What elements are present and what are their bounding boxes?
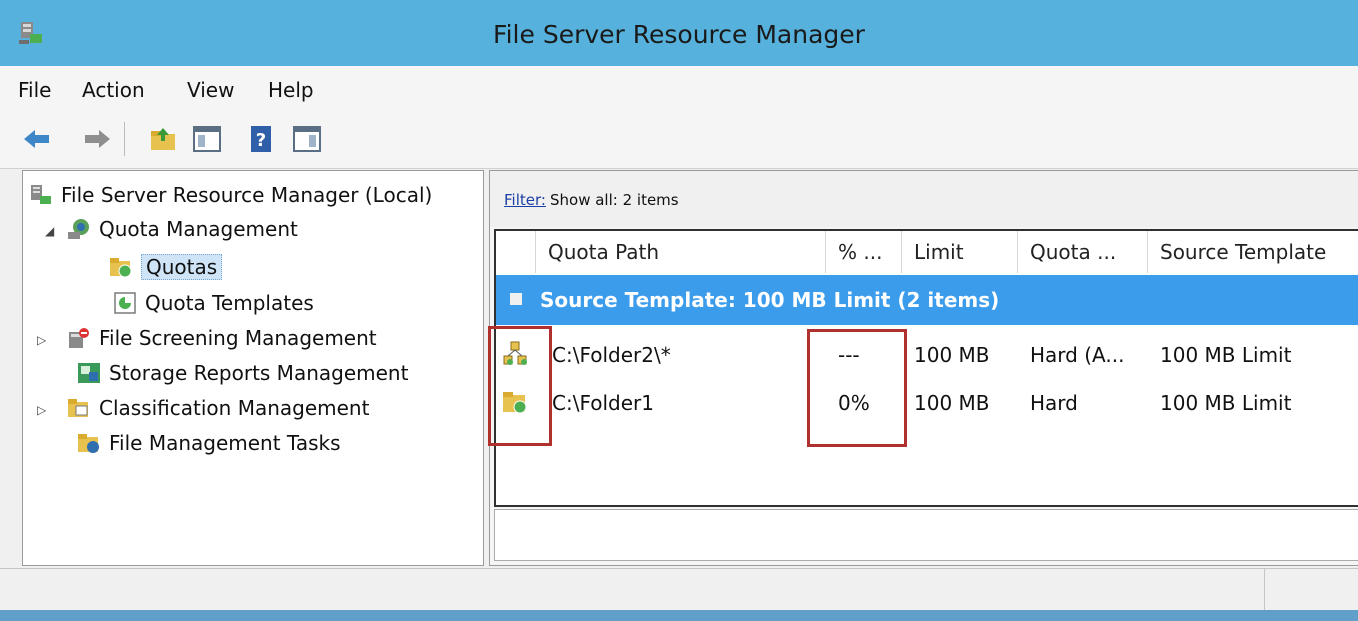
tree-label: Quotas [141, 254, 223, 280]
show-hide-console-tree-icon[interactable] [192, 124, 222, 154]
status-bar-divider [1264, 569, 1265, 611]
tree-item-quota-templates[interactable]: Quota Templates [113, 291, 314, 315]
icon-column-highlight-box [488, 326, 552, 446]
filter-link[interactable]: Filter: [504, 191, 546, 209]
filter-status: Show all: 2 items [550, 191, 679, 209]
cell-limit: 100 MB [914, 343, 990, 367]
cell-limit: 100 MB [914, 391, 990, 415]
menu-help[interactable]: Help [268, 78, 314, 102]
cell-source-template: 100 MB Limit [1160, 391, 1292, 415]
tree-label: Quota Management [99, 217, 298, 241]
quota-list: Quota Path % ... Limit Quota ... Source … [494, 229, 1358, 507]
group-header[interactable]: Source Template: 100 MB Limit (2 items) [496, 275, 1358, 325]
tree-item-file-management-tasks[interactable]: File Management Tasks [77, 431, 341, 455]
percent-column-highlight-box [807, 329, 907, 447]
expand-arrow-icon[interactable]: ▷ [37, 333, 46, 347]
forward-arrow-icon[interactable] [82, 124, 112, 154]
status-bar [0, 568, 1358, 611]
server-icon [31, 185, 51, 204]
tree-item-file-screening[interactable]: File Screening Management [67, 326, 377, 350]
menu-view[interactable]: View [187, 78, 234, 102]
tree-item-classification[interactable]: Classification Management [67, 396, 369, 420]
help-icon[interactable]: ? [246, 124, 276, 154]
tree-label: Classification Management [99, 396, 370, 420]
filter-bar: Filter: Show all: 2 items [490, 171, 1358, 227]
title-bar[interactable]: File Server Resource Manager [0, 0, 1358, 66]
cell-source-template: 100 MB Limit [1160, 343, 1292, 367]
quota-management-icon [68, 219, 89, 239]
detail-pane [494, 509, 1358, 561]
cell-quota-path: C:\Folder2\* [552, 343, 671, 367]
table-row[interactable]: C:\Folder2\* --- 100 MB Hard (A... 100 M… [496, 331, 1358, 379]
tree-label: File Screening Management [99, 326, 377, 350]
tree-item-storage-reports[interactable]: Storage Reports Management [77, 361, 408, 385]
classification-icon [68, 399, 88, 417]
tree-label: Storage Reports Management [109, 361, 409, 385]
column-header-icon[interactable] [496, 231, 536, 273]
tree-item-fsrm-local[interactable]: File Server Resource Manager (Local) [29, 183, 432, 207]
up-folder-icon[interactable] [148, 124, 178, 154]
application-window: File Server Resource Manager File Action… [0, 0, 1358, 621]
tree-item-quota-management[interactable]: Quota Management [67, 217, 298, 241]
cell-quota-path: C:\Folder1 [552, 391, 654, 415]
tree-label: File Server Resource Manager (Local) [61, 183, 433, 207]
console-tree: File Server Resource Manager (Local) ◢ Q… [22, 170, 484, 566]
cell-quota-type: Hard [1030, 391, 1078, 415]
tree-label: Quota Templates [145, 291, 314, 315]
show-hide-action-pane-icon[interactable] [292, 124, 322, 154]
toolbar: ? [0, 112, 1358, 169]
file-screening-icon [69, 328, 89, 348]
group-label: Source Template: 100 MB Limit (2 items) [540, 288, 1000, 312]
storage-reports-icon [78, 363, 100, 383]
svg-text:?: ? [256, 130, 266, 151]
column-header-quota-path[interactable]: Quota Path [536, 231, 826, 273]
tree-label: File Management Tasks [109, 431, 341, 455]
collapse-arrow-icon[interactable]: ◢ [45, 224, 54, 238]
window-title: File Server Resource Manager [493, 20, 865, 49]
column-header-quota-type[interactable]: Quota ... [1018, 231, 1148, 273]
group-collapse-icon[interactable] [510, 293, 522, 305]
menu-action[interactable]: Action [82, 78, 145, 102]
column-header-source-template[interactable]: Source Template [1148, 231, 1358, 273]
toolbar-separator [124, 122, 125, 156]
quota-folder-icon [110, 258, 132, 278]
menu-bar: File Action View Help [0, 66, 1358, 112]
back-arrow-icon[interactable] [22, 124, 52, 154]
tree-item-quotas[interactable]: Quotas [109, 254, 223, 280]
window-bottom-edge [0, 610, 1358, 621]
menu-file[interactable]: File [18, 78, 51, 102]
quota-template-icon [114, 292, 136, 314]
column-header-limit[interactable]: Limit [902, 231, 1018, 273]
results-pane: Filter: Show all: 2 items Quota Path % .… [489, 170, 1358, 566]
table-row[interactable]: C:\Folder1 0% 100 MB Hard 100 MB Limit [496, 379, 1358, 427]
file-management-tasks-icon [78, 434, 99, 453]
column-header-percent-used[interactable]: % ... [826, 231, 902, 273]
cell-quota-type: Hard (A... [1030, 343, 1125, 367]
expand-arrow-icon[interactable]: ▷ [37, 403, 46, 417]
